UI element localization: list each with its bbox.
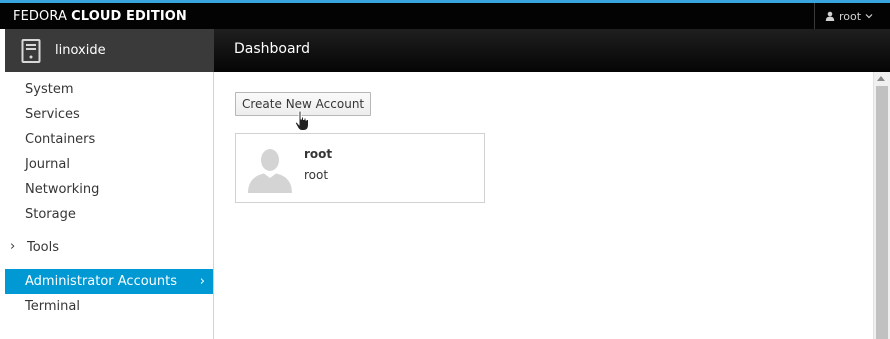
sidebar-item-label: System [25, 82, 74, 97]
scroll-up-arrow-icon[interactable] [877, 76, 885, 81]
sidebar-item-tools[interactable]: › Tools [0, 235, 213, 260]
server-icon [21, 38, 41, 63]
user-menu[interactable]: root [814, 3, 890, 29]
scrollbar-thumb[interactable] [876, 86, 888, 339]
sidebar-item-label: Storage [25, 207, 76, 222]
page-header: Dashboard [214, 29, 890, 72]
brand-text-bold: CLOUD EDITION [71, 9, 187, 24]
sidebar-item-terminal[interactable]: Terminal [0, 294, 213, 319]
sidebar-item-administrator-accounts[interactable]: Administrator Accounts › [5, 269, 213, 294]
sidebar: System Services Containers Journal Netwo… [0, 72, 214, 339]
sidebar-item-label: Networking [25, 182, 100, 197]
account-card[interactable]: root root [235, 133, 485, 203]
person-icon [825, 11, 835, 21]
chevron-right-icon: › [10, 239, 16, 254]
sidebar-item-services[interactable]: Services [0, 102, 213, 127]
chevron-down-icon [865, 13, 873, 19]
page-title[interactable]: Dashboard [234, 41, 310, 57]
sidebar-item-label: Administrator Accounts [25, 274, 178, 289]
main-content: Create New Account root root [215, 72, 873, 339]
brand-logo: FEDORA CLOUD EDITION [13, 9, 187, 24]
chevron-right-icon: › [199, 274, 205, 289]
sidebar-item-containers[interactable]: Containers [0, 127, 213, 152]
sidebar-item-networking[interactable]: Networking [0, 177, 213, 202]
content-scrollbar[interactable] [873, 72, 890, 339]
account-login-name: root [304, 168, 329, 182]
account-full-name: root [304, 147, 333, 161]
sidebar-item-journal[interactable]: Journal [0, 152, 213, 177]
host-name: linoxide [55, 43, 106, 58]
brand-text-regular: FEDORA [13, 9, 67, 24]
sidebar-item-label: Services [25, 107, 80, 122]
sidebar-item-label: Journal [25, 157, 70, 172]
sidebar-item-system[interactable]: System [0, 77, 213, 102]
top-bar: FEDORA CLOUD EDITION root [0, 0, 890, 29]
host-switcher[interactable]: linoxide [5, 29, 214, 72]
sidebar-item-storage[interactable]: Storage [0, 202, 213, 227]
default-user-avatar-icon [247, 147, 293, 197]
sidebar-item-label: Terminal [25, 299, 80, 314]
sidebar-item-label: Containers [25, 132, 96, 147]
sidebar-item-label: Tools [27, 240, 60, 255]
user-menu-label: root [839, 9, 862, 23]
